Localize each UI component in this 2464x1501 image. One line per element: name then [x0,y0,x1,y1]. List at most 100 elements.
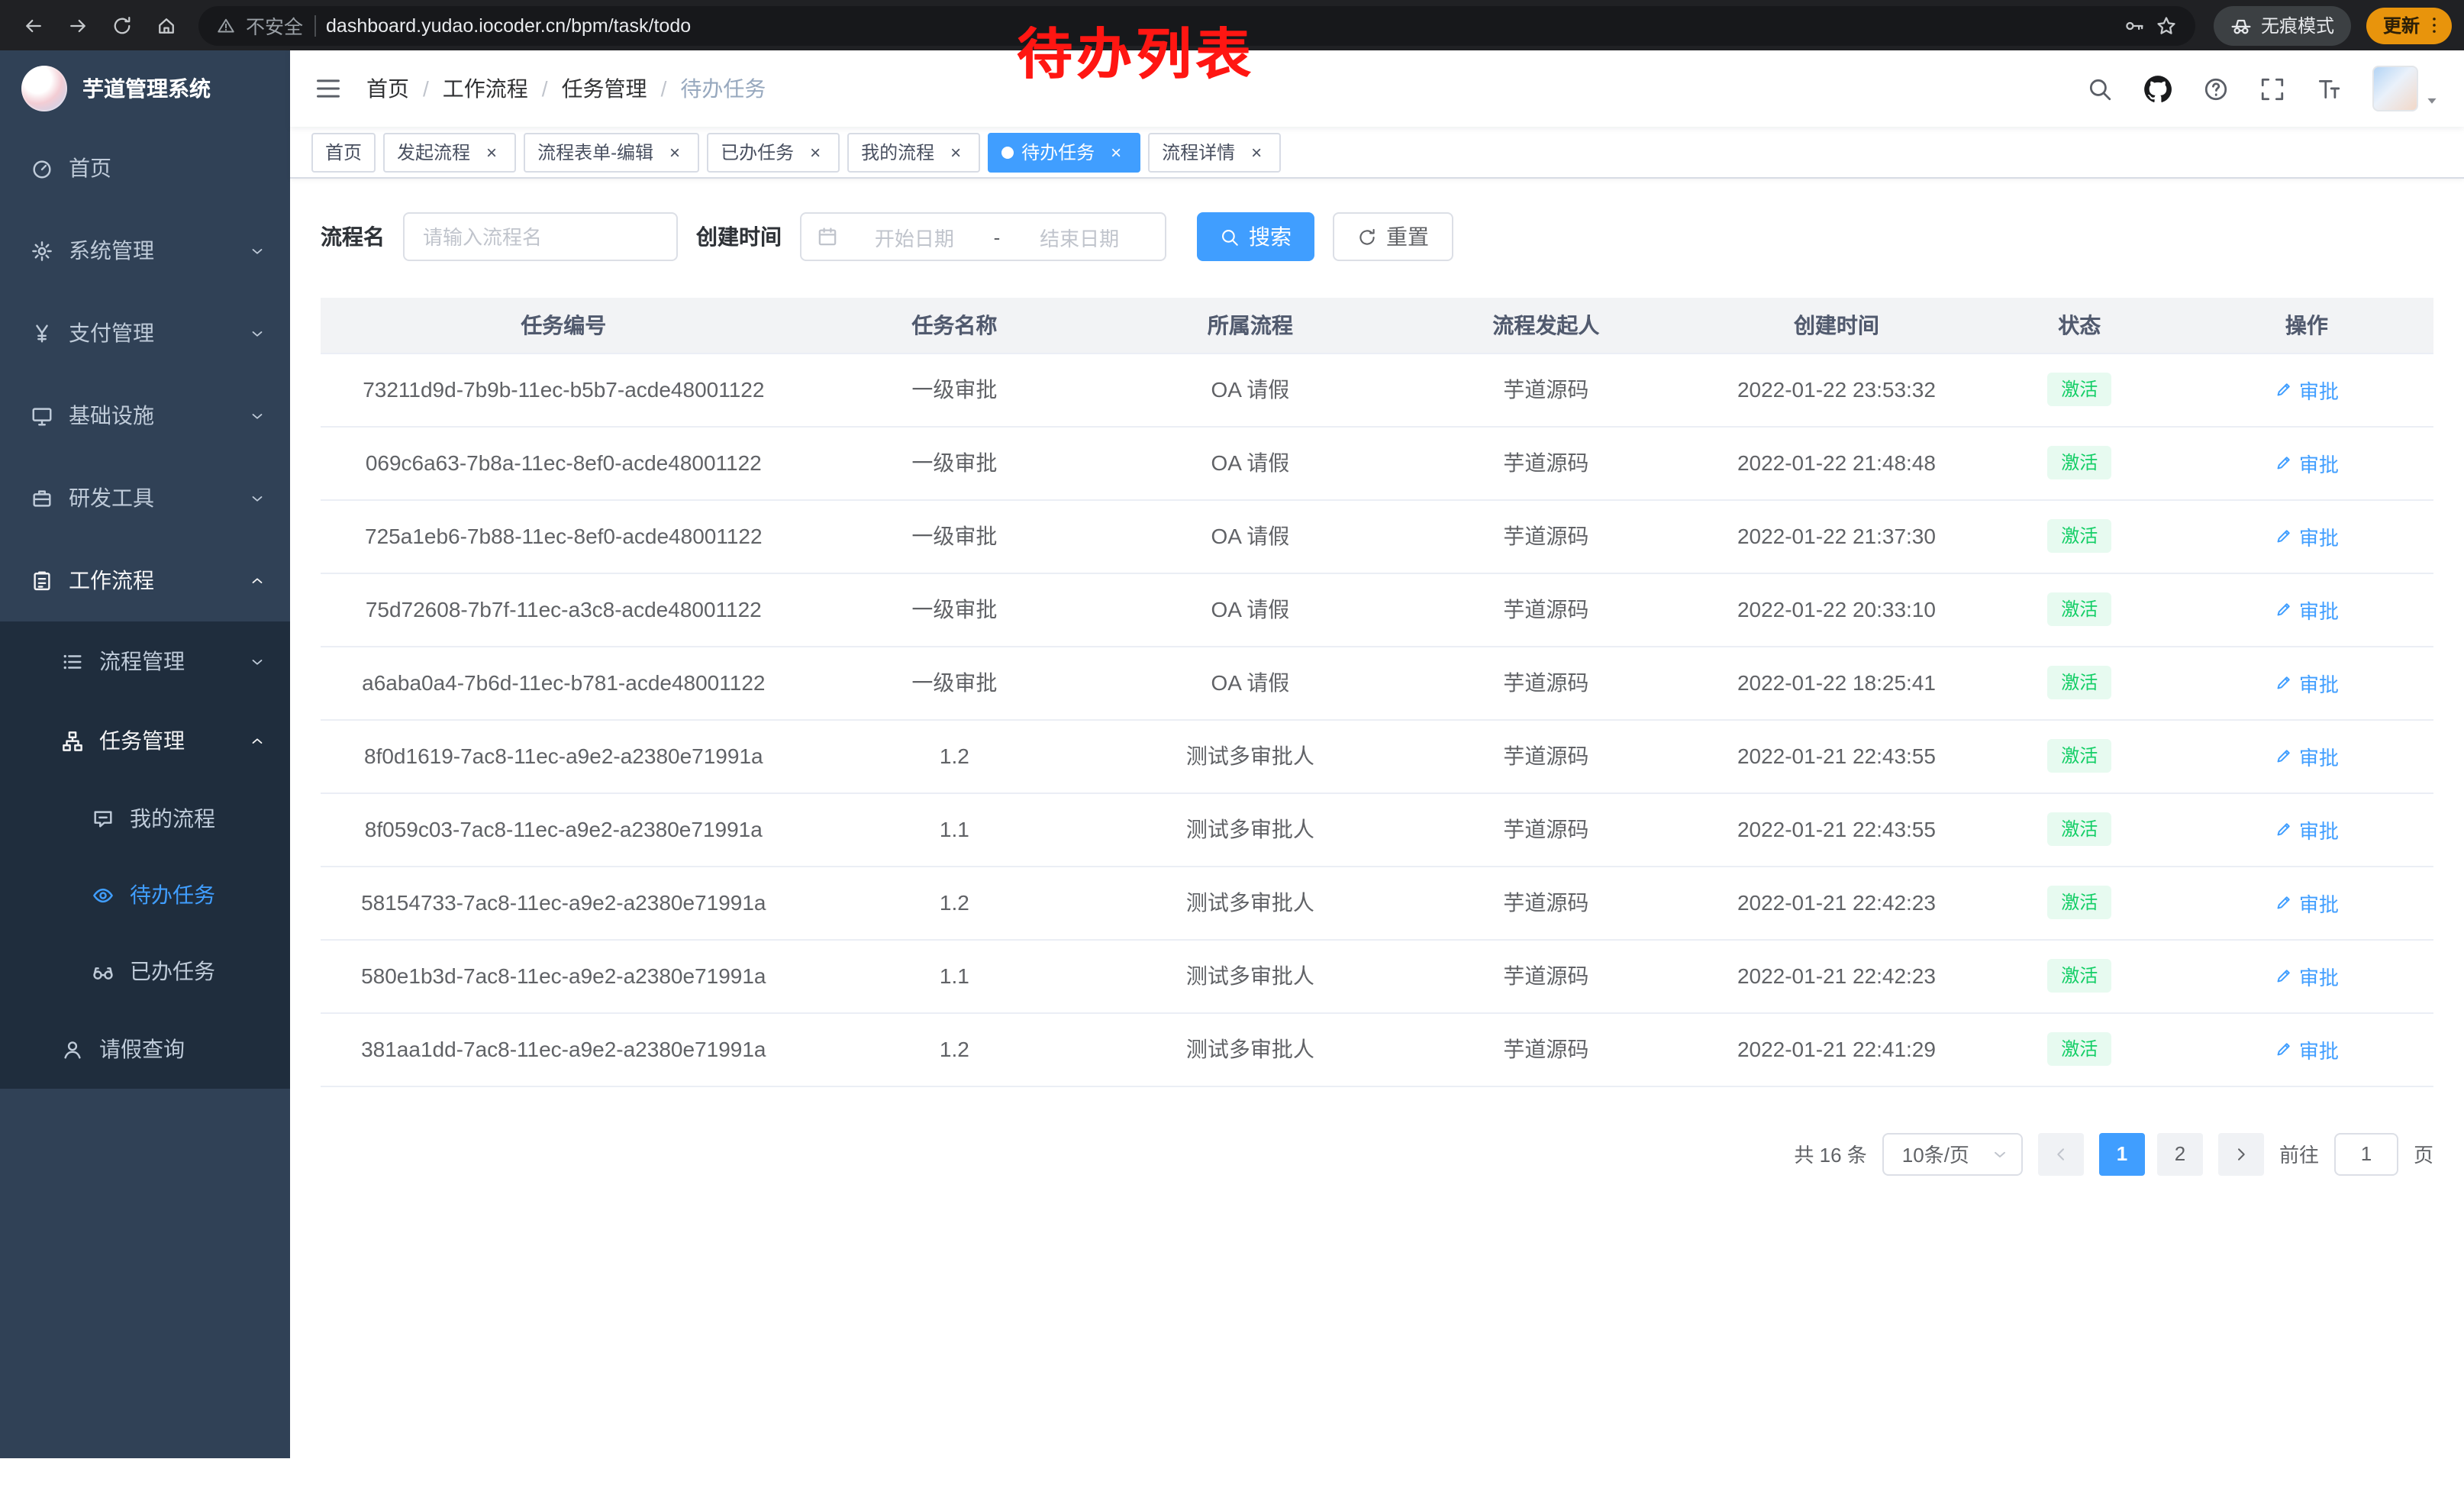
sidebar-item-workflow[interactable]: 工作流程 [0,539,290,621]
approve-button[interactable]: 审批 [2275,375,2339,404]
sidebar-item-my-process[interactable]: 我的流程 [0,780,290,857]
chevron-up-icon [249,572,266,589]
next-page-button[interactable] [2218,1132,2264,1175]
task-icon [61,729,84,752]
tab-home[interactable]: 首页 [311,132,376,172]
approve-label: 审批 [2299,375,2339,404]
security-label[interactable]: 不安全 [246,11,303,40]
page-size-select[interactable]: 10条/页 [1882,1132,2023,1175]
sidebar-item-process-management[interactable]: 流程管理 [0,621,290,701]
sidebar-item-devtools[interactable]: 研发工具 [0,457,290,539]
reset-button[interactable]: 重置 [1333,212,1453,261]
page-button-1[interactable]: 1 [2099,1132,2145,1175]
sidebar-item-todo-task[interactable]: 待办任务 [0,857,290,933]
approve-button[interactable]: 审批 [2275,521,2339,550]
tab-close-icon[interactable]: × [805,141,826,163]
chevron-down-icon [249,242,266,259]
process-name-input[interactable] [403,212,678,261]
approve-button[interactable]: 审批 [2275,888,2339,917]
browser-menu-dots-icon[interactable] [2424,15,2444,35]
fullscreen-icon[interactable] [2259,76,2285,102]
tab-close-icon[interactable]: × [1246,141,1267,163]
table-row: 8f059c03-7ac8-11ec-a9e2-a2380e71991a1.1测… [321,792,2433,866]
cell-initiator: 芋道源码 [1398,573,1695,646]
chevron-right-icon [2232,1144,2250,1163]
cell-status: 激活 [1979,426,2180,499]
approve-button[interactable]: 审批 [2275,961,2339,990]
tab-label: 流程详情 [1162,139,1235,165]
sidebar-item-payment[interactable]: 支付管理 [0,292,290,374]
cell-process: 测试多审批人 [1102,939,1398,1012]
browser-home-button[interactable] [145,5,186,46]
approve-label: 审批 [2299,815,2339,844]
cell-process: 测试多审批人 [1102,792,1398,866]
cell-initiator: 芋道源码 [1398,353,1695,426]
browser-back-button[interactable] [12,5,53,46]
app-logo-row[interactable]: 芋道管理系统 [0,50,290,127]
column-header-5: 状态 [1979,298,2180,353]
browser-refresh-button[interactable] [101,5,142,46]
key-icon[interactable] [2124,15,2145,36]
cell-process: 测试多审批人 [1102,1012,1398,1086]
breadcrumb-item[interactable]: 工作流程 [443,73,528,104]
process-name-label: 流程名 [321,221,385,252]
table-row: 580e1b3d-7ac8-11ec-a9e2-a2380e71991a1.1测… [321,939,2433,1012]
screen: 不安全 dashboard.yudao.iocoder.cn/bpm/task/… [0,0,2464,1501]
approve-label: 审批 [2299,961,2339,990]
tab-close-icon[interactable]: × [1105,141,1127,163]
font-size-icon[interactable] [2316,76,2342,102]
approve-button[interactable]: 审批 [2275,741,2339,770]
approve-button[interactable]: 审批 [2275,1035,2339,1064]
end-date-field[interactable]: 结束日期 [1009,222,1150,251]
approve-button[interactable]: 审批 [2275,668,2339,697]
annotation-overlay: 待办列表 [1017,11,1255,90]
prev-page-button[interactable] [2038,1132,2084,1175]
page-button-2[interactable]: 2 [2157,1132,2203,1175]
search-button[interactable]: 搜索 [1197,212,1314,261]
page-size-value: 10条/页 [1902,1139,1969,1168]
edit-icon [2275,454,2293,472]
breadcrumb-item[interactable]: 首页 [366,73,409,104]
tab-done-task[interactable]: 已办任务× [707,132,840,172]
tab-close-icon[interactable]: × [664,141,685,163]
sidebar-item-system[interactable]: 系统管理 [0,209,290,292]
cell-created: 2022-01-21 22:43:55 [1694,792,1979,866]
tab-close-icon[interactable]: × [481,141,502,163]
search-icon[interactable] [2087,76,2113,102]
approve-button[interactable]: 审批 [2275,595,2339,624]
tab-close-icon[interactable]: × [945,141,966,163]
sidebar-item-task-management[interactable]: 任务管理 [0,701,290,780]
approve-button[interactable]: 审批 [2275,448,2339,477]
goto-page-input[interactable] [2334,1132,2398,1175]
cell-initiator: 芋道源码 [1398,792,1695,866]
star-icon[interactable] [2156,15,2177,36]
url-text[interactable]: dashboard.yudao.iocoder.cn/bpm/task/todo [326,15,691,36]
date-range-input[interactable]: 开始日期 - 结束日期 [800,212,1166,261]
tab-start-process[interactable]: 发起流程× [383,132,516,172]
sidebar-item-infrastructure[interactable]: 基础设施 [0,374,290,457]
approve-button[interactable]: 审批 [2275,815,2339,844]
user-avatar[interactable] [2372,66,2418,111]
tab-process-detail[interactable]: 流程详情 × [1148,132,1281,172]
status-badge: 激活 [2047,959,2111,993]
status-badge: 激活 [2047,886,2111,919]
question-icon[interactable] [2203,76,2229,102]
user-menu[interactable] [2372,66,2440,111]
tab-label: 我的流程 [861,139,934,165]
hamburger-icon[interactable] [314,75,342,102]
sidebar-item-done-task[interactable]: 已办任务 [0,933,290,1009]
github-icon[interactable] [2143,74,2172,103]
sidebar-item-home[interactable]: 首页 [0,127,290,209]
sidebar: 芋道管理系统 首页系统管理支付管理基础设施研发工具工作流程流程管理任务管理我的流… [0,50,290,1458]
edit-icon [2275,747,2293,765]
tab-my-process[interactable]: 我的流程 × [847,132,980,172]
sidebar-item-leave-query[interactable]: 请假查询 [0,1009,290,1089]
update-button[interactable]: 更新 [2366,7,2452,44]
status-badge: 激活 [2047,739,2111,773]
start-date-field[interactable]: 开始日期 [844,222,985,251]
tab-form-edit[interactable]: 流程表单-编辑× [524,132,699,172]
breadcrumb-item[interactable]: 任务管理 [562,73,647,104]
tab-todo-task[interactable]: 待办任务× [988,132,1140,172]
status-badge: 激活 [2047,666,2111,699]
browser-forward-button[interactable] [56,5,98,46]
